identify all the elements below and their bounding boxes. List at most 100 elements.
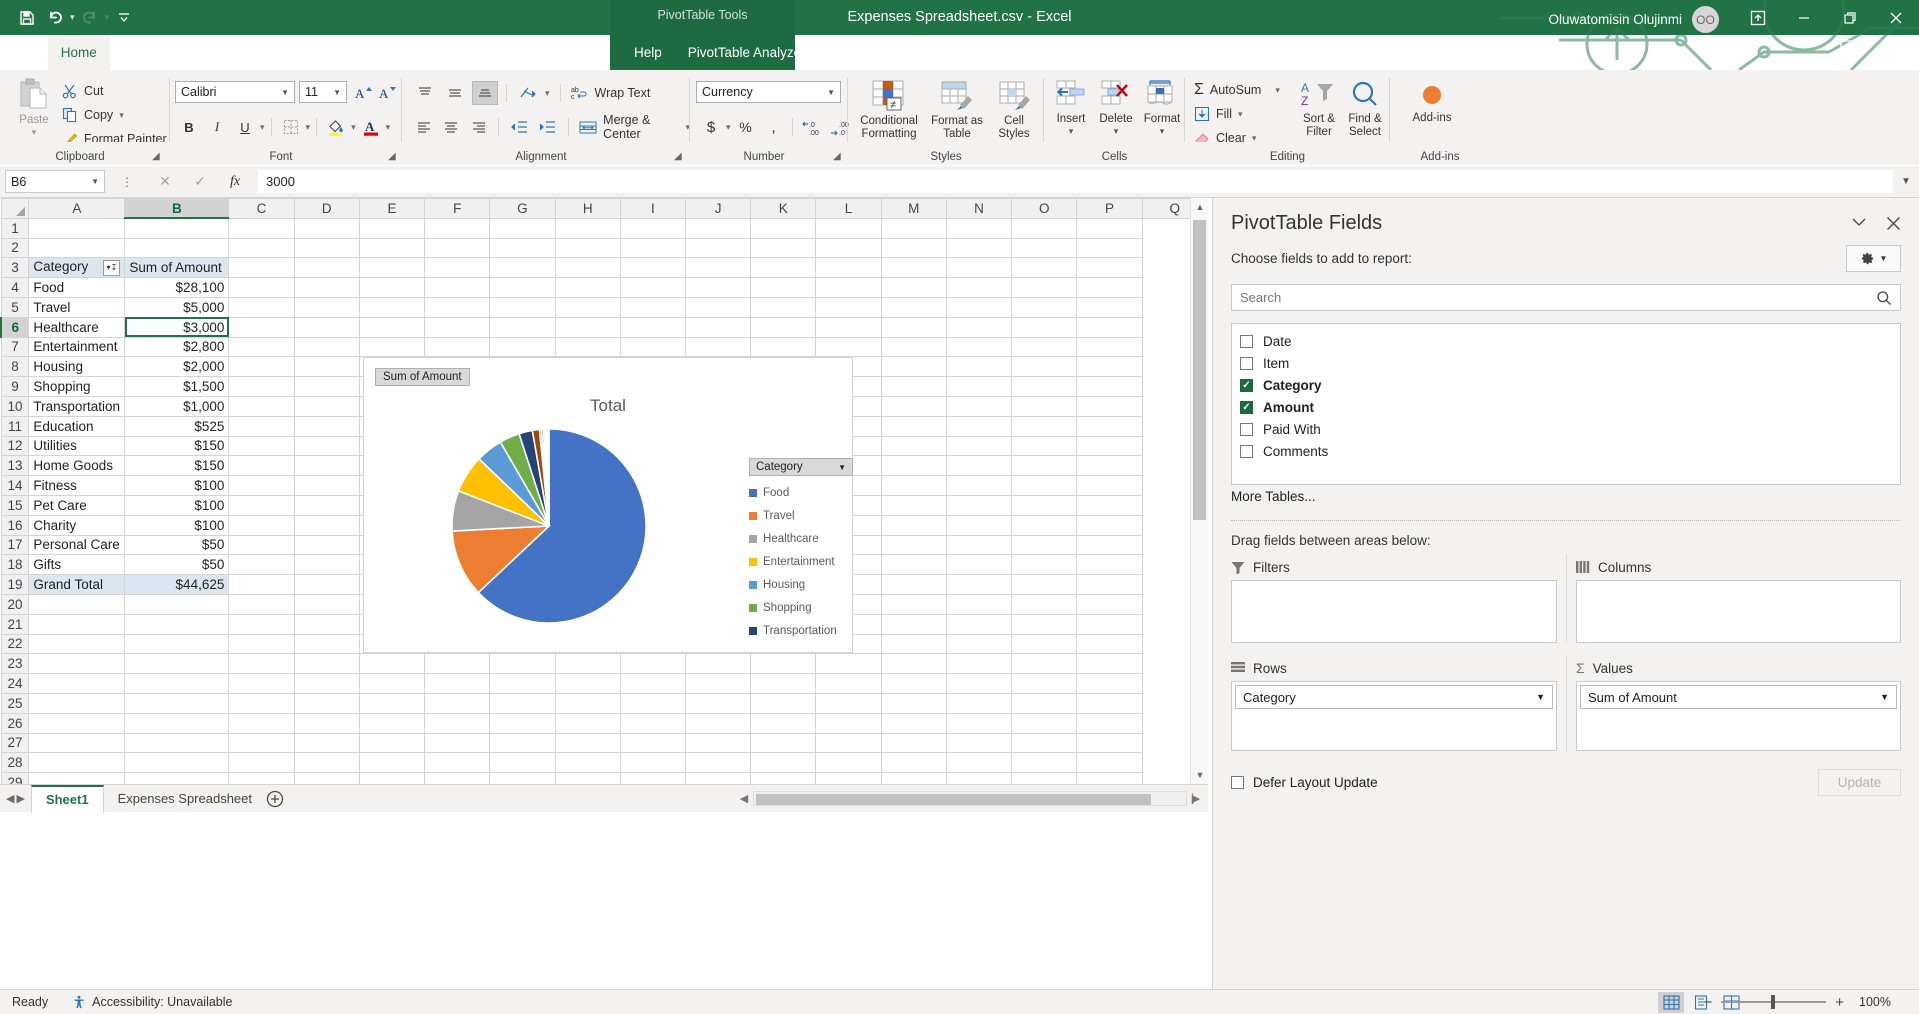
cell-a21[interactable]: [29, 614, 125, 634]
cell-J7[interactable]: [685, 337, 750, 357]
cell-b21[interactable]: [125, 614, 229, 634]
cell-b6[interactable]: $3,000: [125, 317, 229, 337]
cell-I3[interactable]: [620, 258, 685, 278]
cell-a14[interactable]: Fitness: [29, 476, 125, 496]
cell-K5[interactable]: [751, 297, 816, 317]
field-list-item[interactable]: Date: [1240, 330, 1892, 352]
cell-C13[interactable]: [229, 456, 294, 476]
row-header-18[interactable]: 18: [1, 555, 29, 575]
cell-O27[interactable]: [1012, 733, 1077, 753]
cell-I27[interactable]: [620, 733, 685, 753]
cell-a22[interactable]: [29, 634, 125, 654]
cell-C12[interactable]: [229, 436, 294, 456]
row-header-25[interactable]: 25: [1, 693, 29, 713]
cell-D1[interactable]: [294, 218, 359, 238]
decrease-indent-button[interactable]: [507, 115, 530, 139]
cell-O3[interactable]: [1012, 258, 1077, 278]
cell-N25[interactable]: [946, 693, 1011, 713]
cell-D13[interactable]: [294, 456, 359, 476]
cell-M26[interactable]: [881, 713, 946, 733]
row-header-8[interactable]: 8: [1, 357, 29, 377]
cell-E23[interactable]: [359, 654, 424, 674]
select-all-corner[interactable]: [1, 199, 29, 219]
cell-C20[interactable]: [229, 594, 294, 614]
cell-E29[interactable]: [359, 773, 424, 784]
cell-G27[interactable]: [490, 733, 555, 753]
cell-E5[interactable]: [359, 297, 424, 317]
cell-O20[interactable]: [1012, 594, 1077, 614]
vertical-scroll-thumb[interactable]: [1193, 220, 1206, 520]
increase-indent-button[interactable]: [535, 115, 558, 139]
italic-button[interactable]: I: [204, 115, 230, 139]
save-icon[interactable]: [14, 5, 40, 31]
cell-N20[interactable]: [946, 594, 1011, 614]
cell-H1[interactable]: [555, 218, 620, 238]
cell-E28[interactable]: [359, 753, 424, 773]
tab-data[interactable]: Data: [354, 35, 409, 70]
cell-C10[interactable]: [229, 396, 294, 416]
scroll-right-icon[interactable]: ▶: [1187, 792, 1205, 805]
undo-dropdown-icon[interactable]: ▾: [70, 12, 75, 23]
cell-C19[interactable]: [229, 575, 294, 595]
underline-dropdown-icon[interactable]: ▾: [260, 122, 265, 133]
zoom-slider-thumb[interactable]: [1771, 995, 1775, 1009]
percent-format-button[interactable]: %: [733, 115, 759, 139]
cell-b3[interactable]: Sum of Amount: [125, 258, 229, 278]
legend-item[interactable]: Shopping: [749, 596, 854, 619]
cell-K28[interactable]: [751, 753, 816, 773]
cell-G24[interactable]: [490, 674, 555, 694]
tab-review[interactable]: Review: [408, 35, 478, 70]
cell-O23[interactable]: [1012, 654, 1077, 674]
cell-H6[interactable]: [555, 317, 620, 337]
horizontal-scroll-track[interactable]: [753, 791, 1187, 806]
cell-a5[interactable]: Travel: [29, 297, 125, 317]
cell-H27[interactable]: [555, 733, 620, 753]
cell-C7[interactable]: [229, 337, 294, 357]
scroll-left-icon[interactable]: ◀: [735, 792, 753, 805]
cell-C21[interactable]: [229, 614, 294, 634]
cell-P2[interactable]: [1077, 238, 1142, 258]
row-header-2[interactable]: 2: [1, 238, 29, 258]
number-dialog-launcher[interactable]: ◢: [833, 151, 841, 162]
cell-b15[interactable]: $100: [125, 495, 229, 515]
cell-D19[interactable]: [294, 575, 359, 595]
cell-N24[interactable]: [946, 674, 1011, 694]
cell-K23[interactable]: [751, 654, 816, 674]
cell-E7[interactable]: [359, 337, 424, 357]
cell-K27[interactable]: [751, 733, 816, 753]
cell-N10[interactable]: [946, 396, 1011, 416]
cell-P20[interactable]: [1077, 594, 1142, 614]
cell-N7[interactable]: [946, 337, 1011, 357]
font-color-dropdown-icon[interactable]: ▾: [386, 122, 391, 133]
cell-L1[interactable]: [816, 218, 881, 238]
cell-H5[interactable]: [555, 297, 620, 317]
cell-a1[interactable]: [29, 218, 125, 238]
close-icon[interactable]: [1873, 0, 1919, 35]
cell-N19[interactable]: [946, 575, 1011, 595]
cell-L23[interactable]: [816, 654, 881, 674]
cell-N28[interactable]: [946, 753, 1011, 773]
redo-dropdown-icon[interactable]: ▾: [105, 12, 110, 23]
columns-dropzone[interactable]: [1576, 580, 1901, 643]
cell-P11[interactable]: [1077, 416, 1142, 436]
cell-O12[interactable]: [1012, 436, 1077, 456]
search-input[interactable]: [1240, 290, 1876, 305]
cell-D9[interactable]: [294, 377, 359, 397]
cell-N15[interactable]: [946, 495, 1011, 515]
column-header-p[interactable]: P: [1077, 199, 1142, 219]
cell-P12[interactable]: [1077, 436, 1142, 456]
cell-N9[interactable]: [946, 377, 1011, 397]
cell-I1[interactable]: [620, 218, 685, 238]
cell-D5[interactable]: [294, 297, 359, 317]
confirm-edit-icon[interactable]: ✓: [183, 170, 217, 194]
cell-G29[interactable]: [490, 773, 555, 784]
cell-M18[interactable]: [881, 555, 946, 575]
cell-D25[interactable]: [294, 693, 359, 713]
cell-J6[interactable]: [685, 317, 750, 337]
cell-M20[interactable]: [881, 594, 946, 614]
cell-a13[interactable]: Home Goods: [29, 456, 125, 476]
legend-item[interactable]: Food: [749, 481, 854, 504]
search-icon[interactable]: [1876, 290, 1892, 306]
column-header-b[interactable]: B: [125, 199, 229, 219]
align-bottom-button[interactable]: [472, 81, 498, 105]
